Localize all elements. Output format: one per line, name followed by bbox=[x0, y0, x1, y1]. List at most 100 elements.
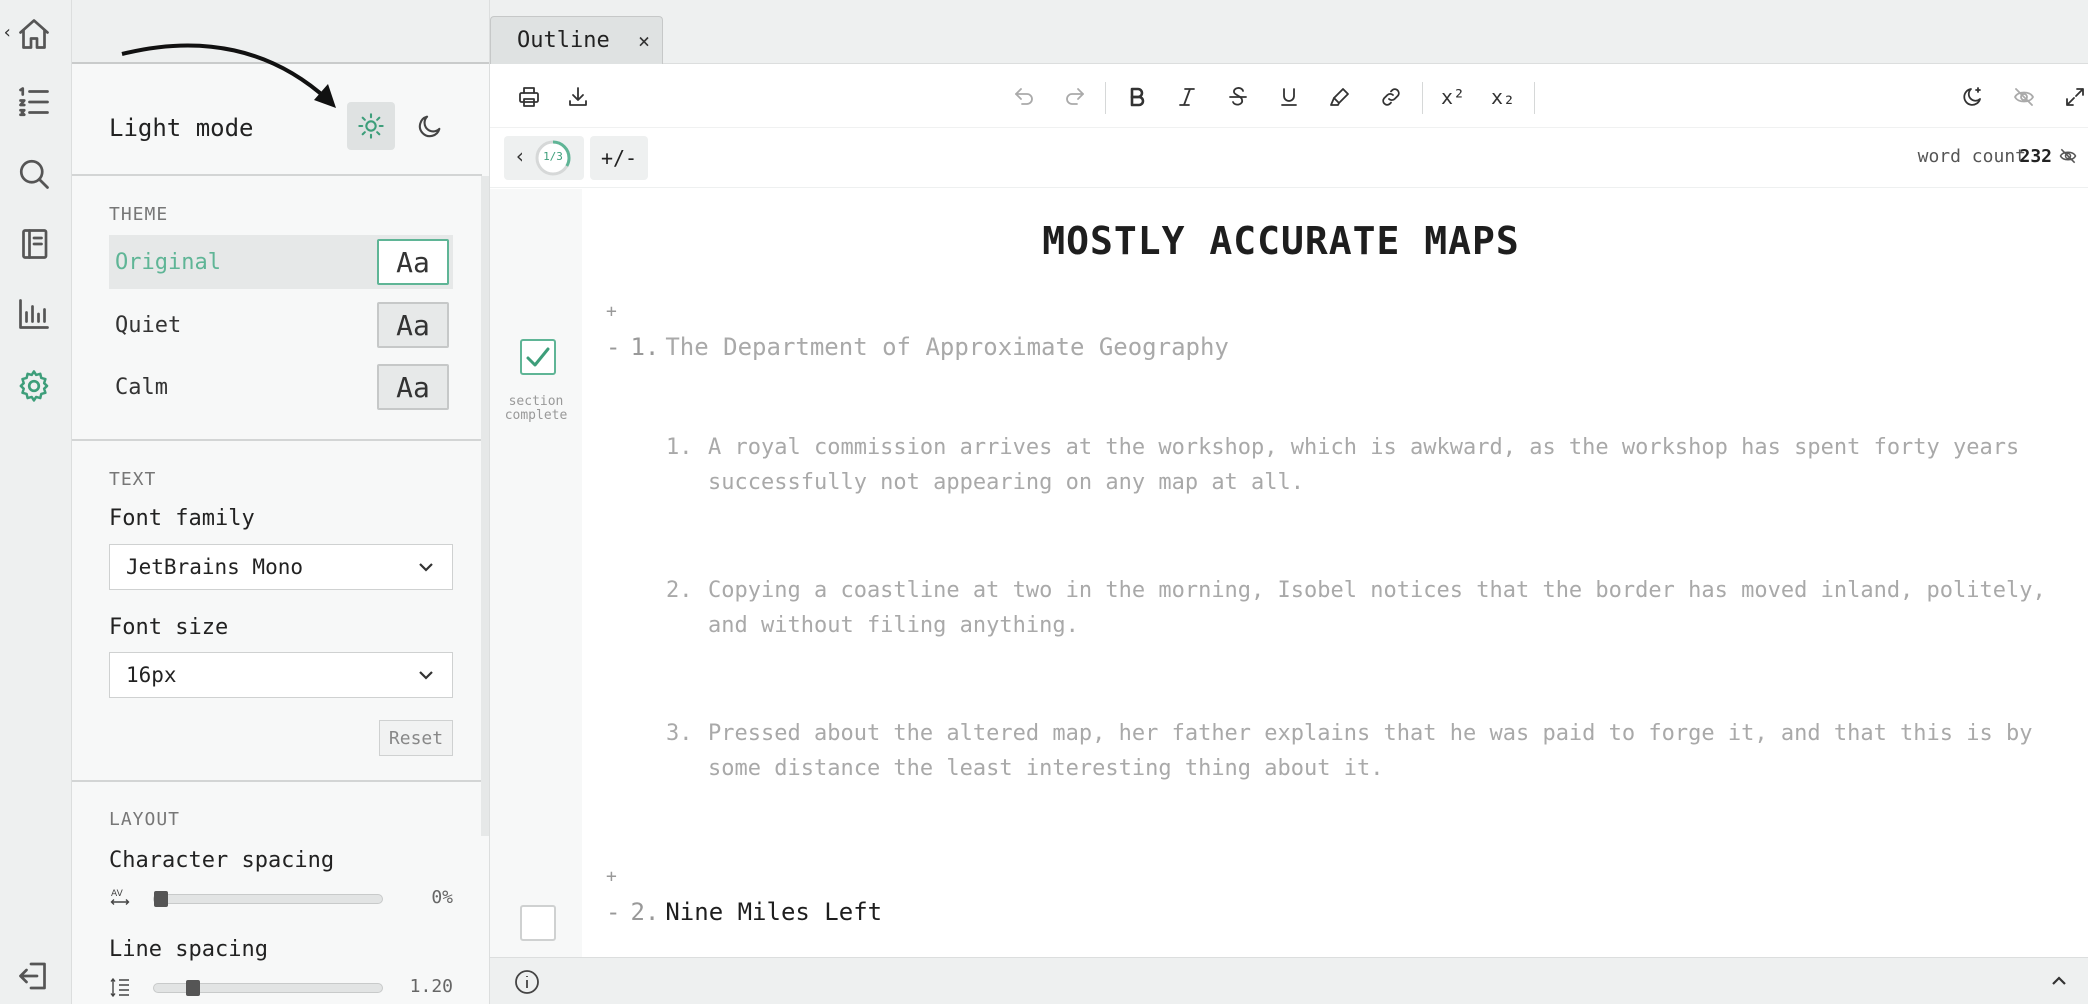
font-family-select[interactable]: JetBrains Mono bbox=[109, 544, 453, 590]
dark-mode-button[interactable] bbox=[406, 102, 454, 150]
section-heading[interactable]: -2. Nine Miles Left bbox=[606, 898, 882, 926]
svg-text:AV: AV bbox=[111, 889, 124, 899]
editor-toolbar: x² x₂ bbox=[490, 64, 2088, 128]
item-number: 1. bbox=[666, 435, 693, 460]
character-spacing-slider-row: AV 0% bbox=[109, 887, 453, 911]
add-section-button[interactable]: + bbox=[606, 301, 617, 322]
strikethrough-icon[interactable] bbox=[1221, 80, 1255, 114]
notebook-icon[interactable] bbox=[12, 222, 56, 266]
redo-icon[interactable] bbox=[1058, 80, 1092, 114]
word-count-label: word count bbox=[1917, 146, 2026, 167]
line-spacing-slider[interactable] bbox=[153, 980, 383, 996]
document-body[interactable]: MOSTLY ACCURATE MAPS + -1. The Department… bbox=[582, 189, 2088, 957]
theme-sample: Aa bbox=[377, 239, 449, 285]
icon-rail: ‹ bbox=[0, 0, 72, 1004]
item-text[interactable]: A royal commission arrives at the worksh… bbox=[708, 430, 2066, 500]
section-incomplete-checkbox[interactable] bbox=[520, 905, 556, 941]
divider bbox=[72, 780, 482, 782]
font-family-label: Font family bbox=[109, 506, 255, 531]
download-icon[interactable] bbox=[561, 80, 595, 114]
character-spacing-slider[interactable] bbox=[153, 891, 383, 907]
expand-collapse-button[interactable]: +/- bbox=[590, 136, 648, 180]
status-bar bbox=[490, 957, 2088, 1004]
section-title[interactable]: The Department of Approximate Geography bbox=[665, 333, 1229, 361]
italic-icon[interactable] bbox=[1170, 80, 1204, 114]
info-icon[interactable] bbox=[514, 969, 540, 995]
list-item[interactable]: 2. Copying a coastline at two in the mor… bbox=[666, 573, 2066, 643]
chevron-up-icon[interactable] bbox=[2048, 970, 2070, 992]
undo-icon[interactable] bbox=[1007, 80, 1041, 114]
reset-button[interactable]: Reset bbox=[379, 720, 453, 756]
navigation-bar: ‹ 1/3 +/- word count 232 bbox=[490, 128, 2088, 188]
section-number: 2. bbox=[630, 898, 660, 926]
font-size-select[interactable]: 16px bbox=[109, 652, 453, 698]
link-icon[interactable] bbox=[1374, 80, 1408, 114]
list-item[interactable]: 1. A royal commission arrives at the wor… bbox=[666, 430, 2066, 500]
light-mode-button[interactable] bbox=[347, 102, 395, 150]
fullscreen-icon[interactable] bbox=[2058, 80, 2088, 114]
document-title[interactable]: MOSTLY ACCURATE MAPS bbox=[582, 219, 1980, 263]
print-icon[interactable] bbox=[512, 80, 546, 114]
bold-icon[interactable] bbox=[1120, 80, 1154, 114]
font-size-value: 16px bbox=[126, 663, 177, 687]
section-heading[interactable]: -1. The Department of Approximate Geograp… bbox=[606, 333, 1229, 361]
slider-handle[interactable] bbox=[186, 980, 201, 996]
item-text[interactable]: Copying a coastline at two in the mornin… bbox=[708, 573, 2066, 643]
moon-clock-icon[interactable] bbox=[1956, 80, 1990, 114]
theme-name: Original bbox=[115, 249, 221, 275]
collapse-section-button[interactable]: - bbox=[606, 898, 620, 926]
tab-outline[interactable]: Outline × bbox=[490, 16, 663, 64]
eye-off-icon[interactable] bbox=[2058, 146, 2078, 166]
section-title[interactable]: Nine Miles Left bbox=[665, 898, 882, 926]
home-icon[interactable] bbox=[12, 12, 56, 56]
toolbar-separator bbox=[1534, 82, 1535, 114]
theme-sample: Aa bbox=[377, 302, 449, 348]
line-spacing-icon bbox=[109, 976, 131, 998]
stats-icon[interactable] bbox=[12, 292, 56, 336]
theme-name: Calm bbox=[115, 374, 168, 400]
mode-row: Light mode bbox=[72, 64, 482, 176]
eye-off-icon[interactable] bbox=[2007, 80, 2041, 114]
add-section-button[interactable]: + bbox=[606, 866, 617, 887]
gear-icon[interactable] bbox=[12, 364, 56, 408]
tab-label: Outline bbox=[517, 28, 610, 53]
item-number: 3. bbox=[666, 721, 693, 746]
theme-option-original[interactable]: Original Aa bbox=[109, 235, 453, 289]
mode-label: Light mode bbox=[109, 114, 254, 142]
highlighter-icon[interactable] bbox=[1323, 80, 1357, 114]
section-number: 1. bbox=[630, 333, 660, 361]
logout-icon[interactable] bbox=[12, 954, 56, 998]
chevron-down-icon bbox=[416, 665, 436, 685]
close-icon[interactable]: × bbox=[638, 29, 650, 53]
search-icon[interactable] bbox=[12, 152, 56, 196]
settings-panel: Light mode THEME Original Aa Quiet Aa Ca… bbox=[72, 0, 490, 1004]
word-count-value: 232 bbox=[2019, 146, 2052, 167]
text-section-heading: TEXT bbox=[109, 469, 157, 490]
sun-icon bbox=[358, 113, 384, 139]
previous-section-button[interactable]: ‹ bbox=[514, 144, 526, 168]
moon-icon bbox=[418, 115, 441, 138]
collapse-section-button[interactable]: - bbox=[606, 333, 620, 361]
superscript-button[interactable]: x² bbox=[1436, 80, 1470, 114]
tab-bar: Outline × bbox=[490, 0, 2088, 64]
list-item[interactable]: 3. Pressed about the altered map, her fa… bbox=[666, 716, 2066, 786]
slider-handle[interactable] bbox=[154, 891, 168, 907]
settings-scrollbar[interactable] bbox=[481, 176, 489, 836]
underline-icon[interactable] bbox=[1272, 80, 1306, 114]
section-complete-checkbox[interactable] bbox=[520, 339, 556, 375]
character-spacing-label: Character spacing bbox=[109, 848, 335, 873]
toolbar-separator bbox=[1105, 82, 1106, 114]
list-icon[interactable] bbox=[12, 80, 56, 124]
line-spacing-slider-row: 1.20 bbox=[109, 976, 453, 1000]
theme-section-heading: THEME bbox=[109, 204, 169, 225]
checkmark-icon bbox=[526, 347, 550, 367]
subscript-button[interactable]: x₂ bbox=[1486, 80, 1520, 114]
theme-option-quiet[interactable]: Quiet Aa bbox=[109, 298, 453, 352]
item-number: 2. bbox=[666, 578, 693, 603]
section-navigator[interactable]: ‹ 1/3 bbox=[504, 136, 584, 180]
theme-option-calm[interactable]: Calm Aa bbox=[109, 360, 453, 414]
item-text[interactable]: Pressed about the altered map, her fathe… bbox=[708, 716, 2066, 786]
chevron-down-icon bbox=[416, 557, 436, 577]
letter-spacing-icon: AV bbox=[109, 887, 131, 909]
toolbar-separator bbox=[1422, 82, 1423, 114]
